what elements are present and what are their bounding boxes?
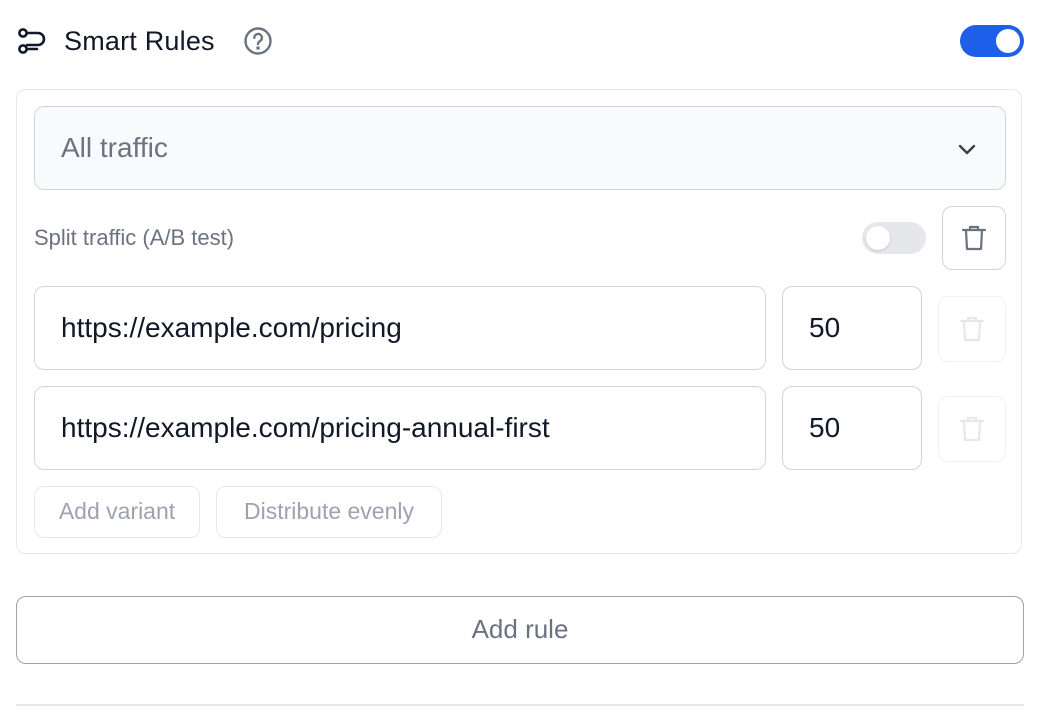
traffic-select-value: All traffic xyxy=(61,132,168,163)
variant-weight-value: 50 xyxy=(809,312,841,343)
variant-weight-value: 50 xyxy=(809,412,841,443)
trash-icon xyxy=(961,225,987,251)
smart-rules-toggle[interactable] xyxy=(960,25,1024,57)
add-rule-button[interactable]: Add rule xyxy=(16,596,1024,664)
toggle-knob xyxy=(996,29,1020,53)
variant-url-value: https://example.com/pricing xyxy=(61,312,402,343)
split-traffic-label: Split traffic (A/B test) xyxy=(34,225,235,250)
section-title: Smart Rules xyxy=(64,26,215,56)
delete-variant-button-2[interactable] xyxy=(938,396,1006,462)
help-icon[interactable] xyxy=(242,25,274,57)
variant-url-value: https://example.com/pricing-annual-first xyxy=(61,412,550,443)
delete-variant-button-1[interactable] xyxy=(938,296,1006,362)
variant-url-field-2[interactable]: https://example.com/pricing-annual-first xyxy=(34,386,766,470)
trash-icon xyxy=(959,316,985,342)
divider xyxy=(16,704,1024,706)
rules-icon xyxy=(18,28,46,54)
variant-url-field-1[interactable]: https://example.com/pricing xyxy=(34,286,766,370)
distribute-evenly-button[interactable]: Distribute evenly xyxy=(216,486,442,538)
trash-icon xyxy=(959,416,985,442)
smart-rules-header: Smart Rules xyxy=(16,20,1024,62)
chevron-down-icon xyxy=(958,144,976,155)
variant-weight-field-1[interactable]: 50 xyxy=(782,286,922,370)
variant-weight-field-2[interactable]: 50 xyxy=(782,386,922,470)
delete-rule-button[interactable] xyxy=(942,206,1006,270)
add-variant-button[interactable]: Add variant xyxy=(34,486,200,538)
toggle-knob xyxy=(866,226,890,250)
traffic-select[interactable]: All traffic xyxy=(34,106,1006,190)
split-traffic-toggle[interactable] xyxy=(862,222,926,254)
